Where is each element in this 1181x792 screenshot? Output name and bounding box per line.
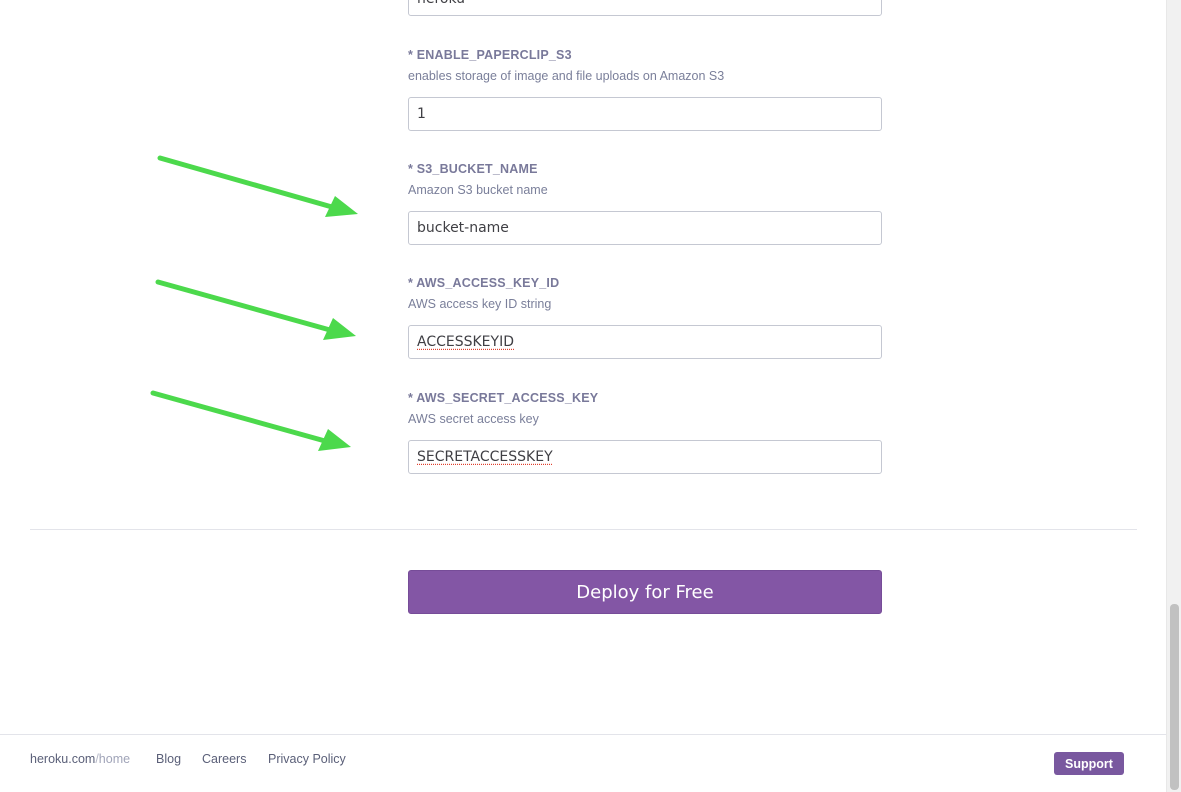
field-description: Amazon S3 bucket name — [408, 183, 548, 197]
field-label: * ENABLE_PAPERCLIP_S3 — [408, 48, 572, 62]
arrow-right-down-icon — [155, 279, 356, 340]
footer-brand-link[interactable]: heroku.com/home — [30, 752, 130, 766]
footer: heroku.com/home Blog Careers Privacy Pol… — [0, 734, 1166, 792]
s3-bucket-name-input[interactable] — [408, 211, 882, 245]
vertical-scrollbar[interactable] — [1166, 0, 1181, 792]
footer-link-blog[interactable]: Blog — [156, 752, 181, 766]
field-label: * S3_BUCKET_NAME — [408, 162, 538, 176]
footer-link-careers[interactable]: Careers — [202, 752, 246, 766]
arrow-right-down-icon — [157, 155, 358, 217]
support-button[interactable]: Support — [1054, 752, 1124, 775]
page: * ENABLE_PAPERCLIP_S3 enables storage of… — [0, 0, 1166, 792]
footer-brand-home: home — [98, 752, 131, 766]
footer-link-privacy-policy[interactable]: Privacy Policy — [268, 752, 346, 766]
enable-paperclip-s3-input[interactable] — [408, 97, 882, 131]
arrow-right-down-icon — [150, 390, 351, 451]
field-label: * AWS_SECRET_ACCESS_KEY — [408, 391, 599, 405]
heroku-field-input[interactable] — [408, 0, 882, 16]
field-aws-secret-access-key: * AWS_SECRET_ACCESS_KEY AWS secret acces… — [408, 390, 882, 474]
section-divider — [30, 529, 1137, 530]
aws-access-key-id-input[interactable] — [408, 325, 882, 359]
field-s3-bucket-name: * S3_BUCKET_NAME Amazon S3 bucket name — [408, 161, 882, 245]
field-enable-paperclip-s3: * ENABLE_PAPERCLIP_S3 enables storage of… — [408, 47, 882, 131]
scrollbar-thumb[interactable] — [1170, 604, 1179, 790]
field-description: enables storage of image and file upload… — [408, 69, 725, 83]
annotation-arrows — [150, 155, 358, 451]
field-description: AWS access key ID string — [408, 297, 552, 311]
field-aws-access-key-id: * AWS_ACCESS_KEY_ID AWS access key ID st… — [408, 275, 882, 359]
deploy-for-free-button[interactable]: Deploy for Free — [408, 570, 882, 614]
footer-brand-text: heroku.com — [30, 752, 96, 766]
field-label: * AWS_ACCESS_KEY_ID — [408, 276, 560, 290]
aws-secret-access-key-input[interactable] — [408, 440, 882, 474]
field-description: AWS secret access key — [408, 412, 539, 426]
